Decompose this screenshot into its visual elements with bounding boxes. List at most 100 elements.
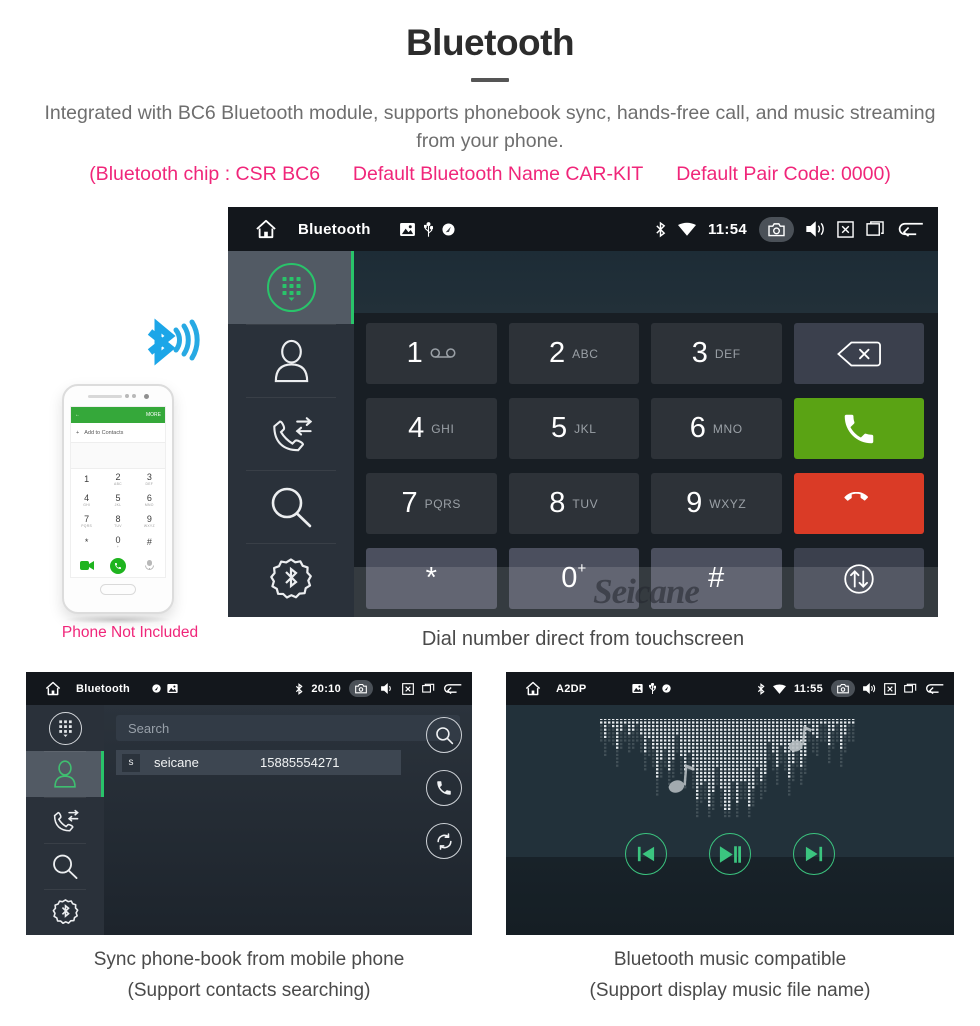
contacts-icon xyxy=(274,339,308,382)
phonebook-caption: Sync phone-book from mobile phone (Suppo… xyxy=(26,944,472,1006)
key-4[interactable]: 4 GHI xyxy=(366,398,497,459)
sidebar-item-bluetooth-settings[interactable] xyxy=(228,543,354,616)
br-statusbar-indicators xyxy=(632,683,671,694)
sidebar-item-search[interactable] xyxy=(228,470,354,543)
key-0[interactable]: 0 + xyxy=(508,548,639,609)
spec-line: (Bluetooth chip : CSR BC6 Default Blueto… xyxy=(0,163,980,186)
location-icon xyxy=(662,684,671,693)
phone-speaker-grille xyxy=(87,394,122,398)
call-history-icon xyxy=(272,416,312,451)
dialer-screenshot: Bluetooth 11:54 1 2 ABC 3 DEF 4 GHI 5 JK… xyxy=(228,207,938,617)
close-icon xyxy=(402,682,414,695)
close-icon xyxy=(884,682,896,695)
phone-key-0: 0 + xyxy=(102,532,133,553)
recents-icon xyxy=(422,683,435,693)
backspace-button[interactable] xyxy=(793,323,924,384)
call-button[interactable] xyxy=(426,770,462,806)
phone-key-5: 5 JKL xyxy=(102,490,133,511)
key-7[interactable]: 7 PQRS xyxy=(366,473,497,534)
phonebook-caption-line2: (Support contacts searching) xyxy=(127,980,371,1001)
contact-list-item[interactable]: s seicane 15885554271 xyxy=(116,750,401,775)
volume-icon xyxy=(863,683,876,694)
key-9[interactable]: 9 WXYZ xyxy=(651,473,782,534)
sidebar-item-dialpad[interactable] xyxy=(26,705,104,751)
key-star[interactable]: * xyxy=(366,548,497,609)
wifi-icon xyxy=(772,683,786,694)
phone-keypad-toggle-icon xyxy=(144,557,154,575)
dialer-body: 1 2 ABC 3 DEF 4 GHI 5 JKL 6 MNO 7 PQRS 8 TUV 9 WXYZ * 0 + # … xyxy=(228,251,938,617)
key-3[interactable]: 3 DEF xyxy=(651,323,782,384)
phonebook-sidebar xyxy=(26,705,104,935)
search-button[interactable] xyxy=(426,717,462,753)
key-1[interactable]: 1 xyxy=(366,323,497,384)
camera-icon[interactable] xyxy=(349,680,373,697)
phone-key-digit: 5 xyxy=(115,493,121,503)
sidebar-item-search[interactable] xyxy=(26,843,104,889)
key-digit: 6 xyxy=(689,412,706,444)
phone-sensor-dot-2 xyxy=(131,394,136,398)
phone-add-contacts-row: + Add to Contacts xyxy=(71,423,165,443)
sidebar-item-contacts[interactable] xyxy=(228,324,354,397)
key-digit: * xyxy=(425,562,437,594)
hangup-icon xyxy=(844,491,868,501)
phone-key-digit: 2 xyxy=(115,472,121,482)
phone-key-digit: 3 xyxy=(146,472,152,482)
hangup-button[interactable] xyxy=(793,473,924,534)
br-statusbar-right: 11:55 xyxy=(749,680,944,697)
equalizer-dots xyxy=(600,719,855,818)
key-8[interactable]: 8 TUV xyxy=(508,473,639,534)
key-6[interactable]: 6 MNO xyxy=(651,398,782,459)
contact-name: seicane xyxy=(154,755,199,770)
key-digit: 0 xyxy=(561,562,578,594)
search-icon xyxy=(53,854,78,879)
music-caption-line2: (Support display music file name) xyxy=(589,980,871,1001)
phone-key-letters: + xyxy=(116,545,120,549)
bluetooth-icon xyxy=(296,682,303,695)
next-button[interactable] xyxy=(793,833,835,875)
spec-name: Default Bluetooth Name CAR-KIT xyxy=(352,163,644,185)
home-icon[interactable] xyxy=(38,681,68,696)
camera-icon[interactable] xyxy=(831,680,855,697)
back-icon xyxy=(444,684,462,695)
bluetooth-signal-icon xyxy=(147,318,200,366)
music-caption-line1: Bluetooth music compatible xyxy=(613,949,847,970)
home-icon[interactable] xyxy=(518,681,548,696)
key-digit: 1 xyxy=(406,337,423,369)
key-digit: 9 xyxy=(686,487,703,519)
previous-button[interactable] xyxy=(625,833,667,875)
search-input[interactable]: Search xyxy=(116,715,460,741)
sidebar-item-contacts[interactable] xyxy=(26,751,104,797)
call-history-icon xyxy=(53,809,79,832)
sidebar-item-call-history[interactable] xyxy=(26,797,104,843)
transfer-button[interactable] xyxy=(793,548,924,609)
key-2[interactable]: 2 ABC xyxy=(508,323,639,384)
phone-body: ← MORE + Add to Contacts 1 2 ABC 3 DEF 4 GHI 5 J… xyxy=(62,384,174,614)
key-hash[interactable]: # xyxy=(651,548,782,609)
phonebook-caption-line1: Sync phone-book from mobile phone xyxy=(93,949,405,970)
number-display[interactable] xyxy=(354,251,938,313)
music-screenshot: A2DP 11:55 xyxy=(506,672,954,935)
phone-disclaimer: Phone Not Included xyxy=(61,624,199,641)
title-divider xyxy=(471,78,509,82)
sidebar-item-call-history[interactable] xyxy=(228,397,354,470)
home-icon[interactable] xyxy=(244,219,288,239)
key-digit: 7 xyxy=(401,487,418,519)
phonebook-screenshot: Bluetooth 20:10 Search s seicane 1588555… xyxy=(26,672,472,935)
play-pause-button[interactable] xyxy=(709,833,751,875)
phone-key-digit: 9 xyxy=(146,514,152,524)
phone-key-letters: WXYZ xyxy=(143,524,155,528)
sidebar-item-bluetooth-settings[interactable] xyxy=(26,889,104,935)
gallery-icon xyxy=(400,222,415,236)
phone-appbar: ← MORE xyxy=(71,407,165,423)
dialer-sidebar xyxy=(228,251,354,617)
phonebook-body: Search s seicane 15885554271 xyxy=(26,705,472,935)
sidebar-item-dialpad[interactable] xyxy=(228,251,354,324)
phone-key-3: 3 DEF xyxy=(134,469,165,490)
call-button[interactable] xyxy=(793,398,924,459)
phone-key-letters: ABC xyxy=(114,482,122,486)
camera-icon[interactable] xyxy=(759,216,794,242)
sync-button[interactable] xyxy=(426,823,462,859)
key-5[interactable]: 5 JKL xyxy=(508,398,639,459)
bl-statusbar-indicators xyxy=(152,684,178,693)
phone-key-digit: # xyxy=(146,537,152,547)
